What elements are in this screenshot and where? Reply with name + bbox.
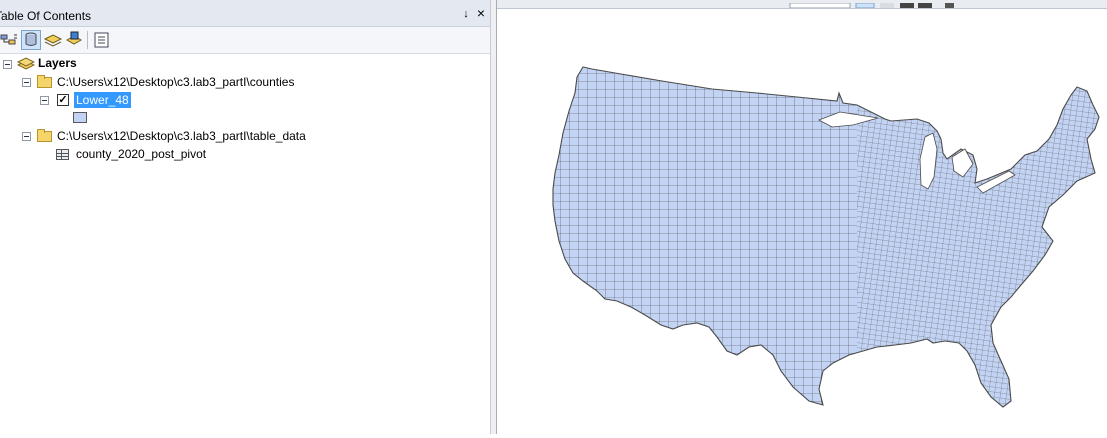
layers-icon	[16, 56, 36, 72]
collapse-toggle-lower48[interactable]	[40, 96, 49, 105]
pane-splitter[interactable]	[490, 0, 497, 434]
list-by-source-icon[interactable]	[21, 30, 41, 50]
data-frame-label[interactable]: Layers	[38, 55, 77, 71]
table-data-folder-path[interactable]: C:\Users\x12\Desktop\c3.lab3_partI\table…	[57, 128, 306, 144]
options-icon[interactable]	[92, 30, 112, 50]
layer-symbol-swatch[interactable]	[73, 112, 87, 123]
table-icon	[56, 149, 69, 160]
toc-toolbar	[0, 27, 490, 54]
auto-hide-pin-icon[interactable]: ↓	[460, 8, 472, 20]
list-by-drawing-order-icon[interactable]	[0, 30, 20, 50]
tools-toolbar-edge	[497, 0, 1107, 8]
list-by-selection-icon[interactable]	[64, 30, 84, 50]
collapse-toggle-table-data-folder[interactable]	[22, 132, 31, 141]
layer-visibility-checkbox[interactable]: ✓	[57, 94, 69, 106]
table-name[interactable]: county_2020_post_pivot	[76, 146, 206, 162]
layer-name-lower48[interactable]: Lower_48	[74, 92, 131, 108]
counties-folder-path[interactable]: C:\Users\x12\Desktop\c3.lab3_partI\count…	[57, 74, 294, 90]
lower-48-counties-map[interactable]	[497, 9, 1107, 435]
collapse-toggle-layers[interactable]	[3, 60, 12, 69]
map-display[interactable]	[497, 8, 1107, 434]
list-by-visibility-icon[interactable]	[43, 30, 63, 50]
table-of-contents-pane: Table Of Contents ↓ × Layers C:\Users\x1…	[0, 0, 490, 434]
collapse-toggle-counties-folder[interactable]	[22, 78, 31, 87]
close-icon[interactable]: ×	[475, 6, 487, 20]
folder-icon	[37, 75, 52, 88]
toolbar-separator	[87, 31, 88, 49]
folder-icon	[37, 129, 52, 142]
lower48-layer	[552, 66, 1100, 408]
toc-title-bar: Table Of Contents ↓ ×	[0, 0, 490, 27]
toc-title: Table Of Contents	[0, 9, 92, 23]
